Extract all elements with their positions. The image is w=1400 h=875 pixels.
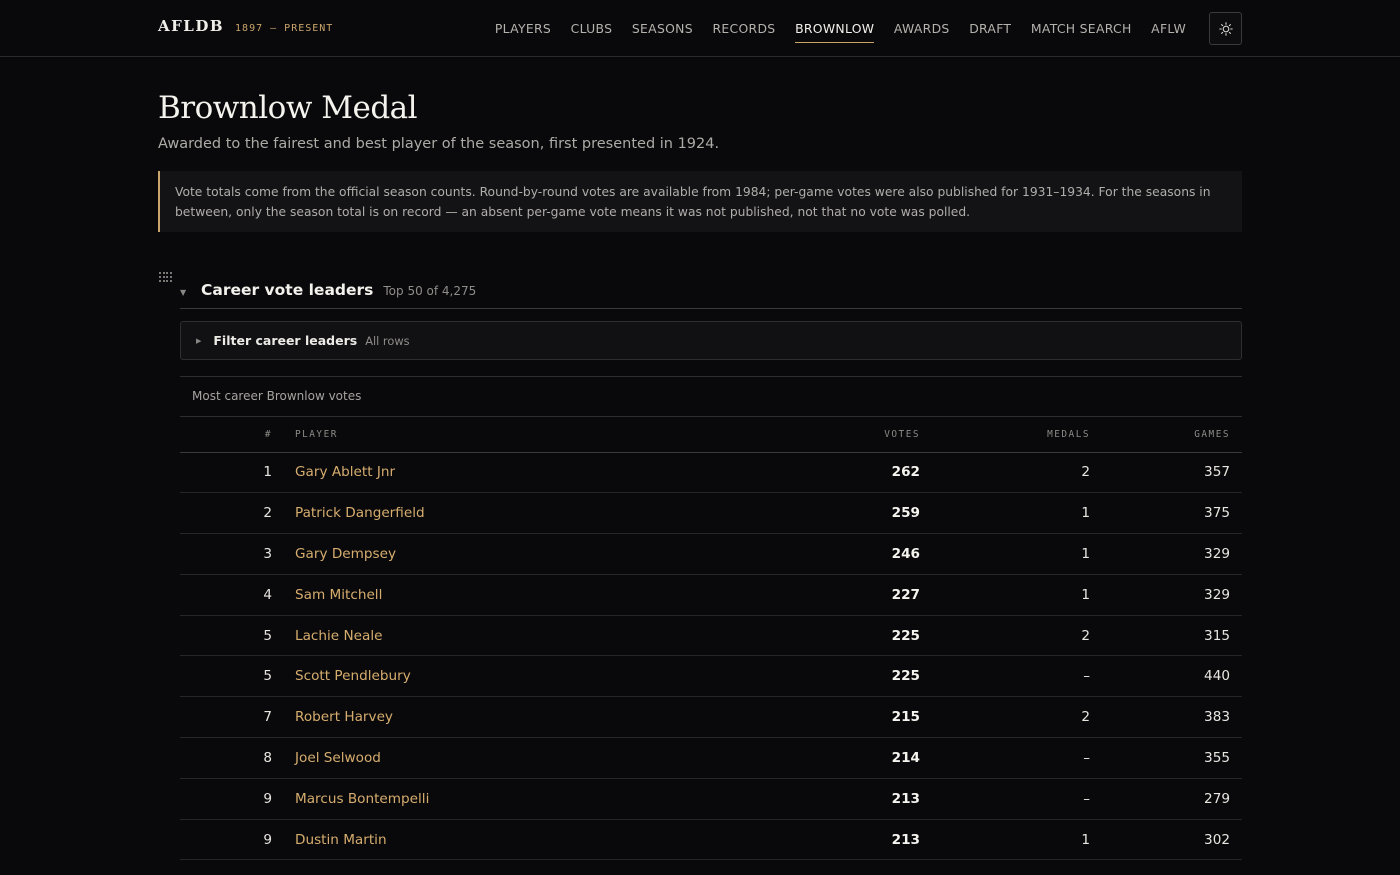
- filter-status: All rows: [365, 333, 410, 348]
- nav-clubs[interactable]: CLUBS: [571, 0, 613, 57]
- section-title: Career vote leaders: [201, 281, 374, 299]
- player-link[interactable]: Joel Selwood: [295, 750, 381, 766]
- medals-cell: –: [920, 778, 1090, 820]
- medals-cell: 1: [920, 574, 1090, 616]
- leaders-table: # PLAYER VOTES MEDALS GAMES 1 Gary Ablet…: [180, 417, 1242, 861]
- nav-awards[interactable]: AWARDS: [894, 0, 950, 57]
- medals-cell: –: [920, 655, 1090, 698]
- medals-cell: 1: [920, 533, 1090, 575]
- games-cell: 315: [1090, 615, 1242, 657]
- medals-cell: –: [920, 737, 1090, 779]
- table-row: 5 Scott Pendlebury 225 – 440: [180, 655, 1242, 698]
- page-title: Brownlow Medal: [158, 90, 418, 126]
- games-cell: 440: [1090, 655, 1242, 698]
- table-row: 8 Joel Selwood 214 – 355: [180, 737, 1242, 779]
- player-link[interactable]: Sam Mitchell: [295, 587, 382, 603]
- main-nav: PLAYERS CLUBS SEASONS RECORDS BROWNLOW A…: [495, 0, 1186, 57]
- table-row: 2 Patrick Dangerfield 259 1 375: [180, 492, 1242, 535]
- col-player[interactable]: PLAYER: [295, 417, 720, 453]
- rank-cell: 9: [180, 778, 295, 820]
- player-link[interactable]: Scott Pendlebury: [295, 668, 411, 684]
- player-link[interactable]: Gary Dempsey: [295, 546, 396, 562]
- table-row: 9 Marcus Bontempelli 213 – 279: [180, 778, 1242, 820]
- votes-cell: 214: [720, 737, 920, 779]
- player-link[interactable]: Patrick Dangerfield: [295, 505, 425, 521]
- rank-cell: 5: [180, 655, 295, 698]
- player-link[interactable]: Marcus Bontempelli: [295, 791, 429, 807]
- table-row: 1 Gary Ablett Jnr 262 2 357: [180, 452, 1242, 494]
- main-content: Brownlow Medal Awarded to the fairest an…: [0, 90, 1400, 861]
- games-cell: 329: [1090, 574, 1242, 616]
- col-medals[interactable]: MEDALS: [920, 417, 1090, 453]
- nav-brownlow[interactable]: BROWNLOW: [795, 0, 875, 57]
- col-rank[interactable]: #: [180, 417, 295, 453]
- nav-match-search[interactable]: MATCH SEARCH: [1031, 0, 1132, 57]
- rank-cell: 4: [180, 574, 295, 616]
- sun-icon: [1218, 21, 1233, 36]
- player-link[interactable]: Gary Ablett Jnr: [295, 464, 395, 480]
- rank-cell: 2: [180, 492, 295, 535]
- medals-cell: 1: [920, 492, 1090, 535]
- table-caption: Most career Brownlow votes: [180, 377, 1242, 417]
- nav-players[interactable]: PLAYERS: [495, 0, 551, 57]
- career-leaders-section: ▼ Career vote leaders Top 50 of 4,275 ▶ …: [158, 271, 1242, 861]
- medals-cell: 2: [920, 696, 1090, 739]
- filter-title: Filter career leaders: [213, 333, 358, 348]
- votes-cell: 246: [720, 533, 920, 575]
- nav-draft[interactable]: DRAFT: [969, 0, 1011, 57]
- table-row: 3 Gary Dempsey 246 1 329: [180, 533, 1242, 575]
- player-link[interactable]: Robert Harvey: [295, 709, 393, 725]
- votes-cell: 225: [720, 615, 920, 657]
- votes-cell: 259: [720, 492, 920, 535]
- player-link[interactable]: Lachie Neale: [295, 628, 382, 644]
- page-subtitle: Awarded to the fairest and best player o…: [158, 136, 720, 152]
- col-votes[interactable]: VOTES: [720, 417, 920, 453]
- votes-cell: 225: [720, 655, 920, 698]
- brand-name: AFLDB: [158, 17, 225, 35]
- games-cell: 355: [1090, 737, 1242, 779]
- leaders-table-container: Most career Brownlow votes # PLAYER VOTE…: [180, 376, 1242, 861]
- rank-cell: 7: [180, 696, 295, 739]
- votes-cell: 213: [720, 778, 920, 820]
- votes-cell: 213: [720, 819, 920, 861]
- votes-cell: 227: [720, 574, 920, 616]
- nav-seasons[interactable]: SEASONS: [632, 0, 693, 57]
- medals-cell: 2: [920, 452, 1090, 494]
- games-cell: 383: [1090, 696, 1242, 739]
- col-games[interactable]: GAMES: [1090, 417, 1242, 453]
- rank-cell: 9: [180, 819, 295, 861]
- expand-caret-icon: ▶: [196, 336, 202, 345]
- games-cell: 375: [1090, 492, 1242, 535]
- top-nav-bar: AFLDB 1897 — PRESENT PLAYERS CLUBS SEASO…: [0, 0, 1400, 57]
- section-count: Top 50 of 4,275: [383, 284, 477, 298]
- nav-records[interactable]: RECORDS: [713, 0, 776, 57]
- theme-toggle-button[interactable]: [1209, 12, 1242, 45]
- votes-cell: 262: [720, 452, 920, 494]
- medals-cell: 1: [920, 819, 1090, 861]
- votes-cell: 215: [720, 696, 920, 739]
- table-header-row: # PLAYER VOTES MEDALS GAMES: [180, 417, 1242, 453]
- rank-cell: 1: [180, 452, 295, 494]
- table-row: 9 Dustin Martin 213 1 302: [180, 819, 1242, 861]
- games-cell: 357: [1090, 452, 1242, 494]
- games-cell: 302: [1090, 819, 1242, 861]
- medals-cell: 2: [920, 615, 1090, 657]
- games-cell: 329: [1090, 533, 1242, 575]
- table-row: 4 Sam Mitchell 227 1 329: [180, 574, 1242, 616]
- games-cell: 279: [1090, 778, 1242, 820]
- section-header[interactable]: ▼ Career vote leaders Top 50 of 4,275: [180, 271, 1242, 309]
- nav-aflw[interactable]: AFLW: [1151, 0, 1186, 57]
- rank-cell: 5: [180, 615, 295, 657]
- table-row: 7 Robert Harvey 215 2 383: [180, 696, 1242, 739]
- rank-cell: 3: [180, 533, 295, 575]
- player-link[interactable]: Dustin Martin: [295, 832, 387, 848]
- table-row: 5 Lachie Neale 225 2 315: [180, 615, 1242, 657]
- filter-career-leaders-toggle[interactable]: ▶ Filter career leaders All rows: [180, 321, 1242, 360]
- collapse-caret-icon[interactable]: ▼: [180, 288, 191, 297]
- brand[interactable]: AFLDB 1897 — PRESENT: [158, 17, 333, 35]
- drag-handle-icon[interactable]: [159, 272, 173, 283]
- info-note: Vote totals come from the official seaso…: [158, 171, 1242, 232]
- brand-range: 1897 — PRESENT: [235, 23, 334, 34]
- rank-cell: 8: [180, 737, 295, 779]
